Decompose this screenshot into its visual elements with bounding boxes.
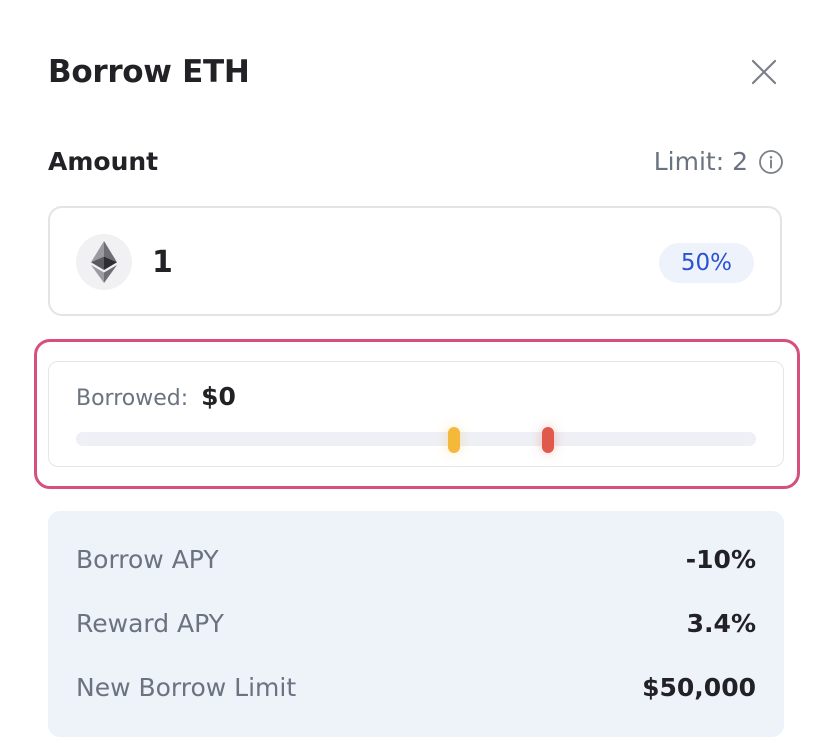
percent-of-limit-badge[interactable]: 50% bbox=[658, 243, 754, 283]
modal-title: Borrow ETH bbox=[48, 54, 250, 90]
amount-label: Amount bbox=[48, 147, 159, 176]
amount-input-box[interactable]: 50% bbox=[48, 206, 782, 316]
borrow-limit: Limit: 2 bbox=[654, 146, 784, 178]
stat-row-reward-apy: Reward APY 3.4% bbox=[76, 603, 756, 643]
token-avatar bbox=[76, 234, 132, 290]
stat-label: Borrow APY bbox=[76, 544, 219, 574]
info-icon bbox=[759, 150, 783, 174]
borrowed-value: $0 bbox=[201, 382, 236, 411]
stat-row-new-borrow-limit: New Borrow Limit $50,000 bbox=[76, 667, 756, 707]
amount-input[interactable] bbox=[152, 238, 532, 286]
stat-label: Reward APY bbox=[76, 608, 224, 638]
borrowed-card: Borrowed: $0 bbox=[48, 361, 784, 467]
liquidation-threshold-marker bbox=[542, 427, 554, 453]
stat-row-borrow-apy: Borrow APY -10% bbox=[76, 539, 756, 579]
warning-threshold-marker bbox=[448, 427, 460, 453]
limit-text: Limit: 2 bbox=[653, 147, 748, 176]
stats-panel: Borrow APY -10% Reward APY 3.4% New Borr… bbox=[48, 511, 784, 737]
ethereum-icon bbox=[91, 241, 117, 283]
close-button[interactable] bbox=[748, 56, 780, 88]
close-icon bbox=[751, 59, 777, 85]
stat-value: $50,000 bbox=[642, 672, 756, 702]
borrowed-label: Borrowed: bbox=[76, 386, 189, 411]
stat-value: 3.4% bbox=[686, 608, 756, 638]
borrow-progress-track bbox=[76, 427, 756, 453]
stat-label: New Borrow Limit bbox=[76, 672, 297, 702]
borrowed-summary: Borrowed: $0 bbox=[76, 380, 236, 416]
info-button[interactable] bbox=[758, 149, 784, 175]
stat-value: -10% bbox=[685, 544, 756, 574]
